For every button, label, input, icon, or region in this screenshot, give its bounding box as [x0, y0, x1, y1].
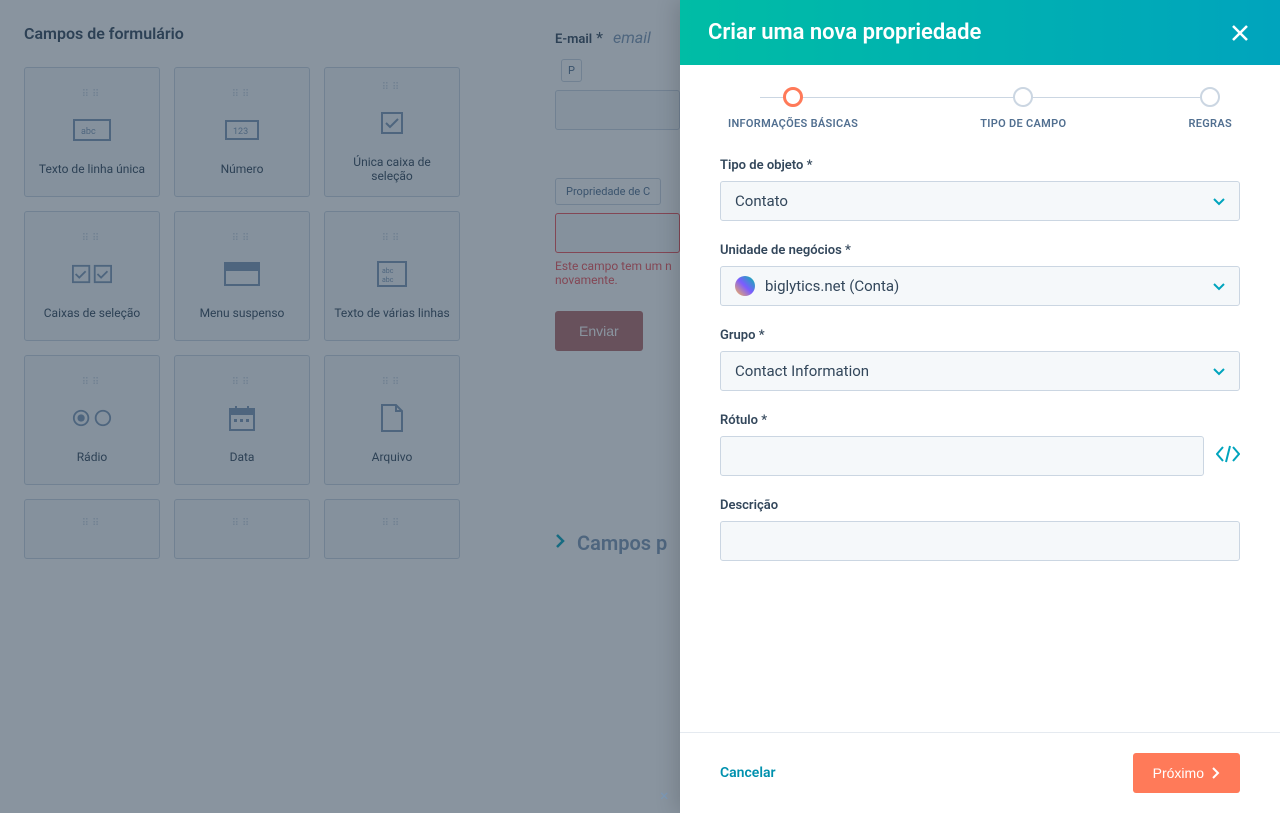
step-label: REGRAS [1188, 117, 1232, 130]
description-label: Descrição [720, 498, 1240, 513]
close-icon[interactable]: × [660, 786, 669, 805]
chevron-down-icon [1213, 362, 1225, 380]
step-label: INFORMAÇÕES BÁSICAS [728, 117, 858, 130]
drawer-title: Criar uma nova propriedade [708, 20, 981, 45]
modal-overlay[interactable] [0, 0, 680, 813]
chevron-down-icon [1213, 277, 1225, 295]
next-button[interactable]: Próximo [1133, 753, 1240, 793]
business-unit-group: Unidade de negócios * biglytics.net (Con… [720, 243, 1240, 306]
step-field-type[interactable]: TIPO DE CAMPO [980, 87, 1066, 130]
cancel-button[interactable]: Cancelar [720, 765, 776, 781]
rotulo-input[interactable] [720, 436, 1204, 476]
object-type-value: Contato [735, 192, 788, 210]
chevron-right-icon [1212, 767, 1220, 779]
description-input[interactable] [720, 521, 1240, 561]
description-group: Descrição [720, 498, 1240, 561]
close-button[interactable] [1228, 21, 1252, 45]
step-basic-info[interactable]: INFORMAÇÕES BÁSICAS [728, 87, 858, 130]
chevron-down-icon [1213, 192, 1225, 210]
rotulo-group: Rótulo * [720, 413, 1240, 476]
group-value: Contact Information [735, 362, 869, 380]
rotulo-label: Rótulo * [720, 413, 1240, 428]
group-select[interactable]: Contact Information [720, 351, 1240, 391]
business-unit-avatar-icon [735, 276, 755, 296]
next-button-label: Próximo [1153, 765, 1204, 781]
group-label: Grupo * [720, 328, 1240, 343]
business-unit-value: biglytics.net (Conta) [765, 277, 899, 295]
step-label: TIPO DE CAMPO [980, 117, 1066, 130]
create-property-drawer: Criar uma nova propriedade INFORMAÇÕES B… [680, 0, 1280, 813]
object-type-label: Tipo de objeto * [720, 158, 1240, 173]
step-circle [1200, 87, 1220, 107]
business-unit-select[interactable]: biglytics.net (Conta) [720, 266, 1240, 306]
drawer-footer: Cancelar Próximo [680, 732, 1280, 813]
step-circle-active [783, 87, 803, 107]
stepper: INFORMAÇÕES BÁSICAS TIPO DE CAMPO REGRAS [680, 65, 1280, 158]
step-rules[interactable]: REGRAS [1188, 87, 1232, 130]
code-icon[interactable] [1216, 445, 1240, 467]
object-type-select[interactable]: Contato [720, 181, 1240, 221]
business-unit-label: Unidade de negócios * [720, 243, 1240, 258]
object-type-group: Tipo de objeto * Contato [720, 158, 1240, 221]
drawer-body: Tipo de objeto * Contato Unidade de negó… [680, 158, 1280, 732]
step-circle [1013, 87, 1033, 107]
drawer-header: Criar uma nova propriedade [680, 0, 1280, 65]
group-group: Grupo * Contact Information [720, 328, 1240, 391]
